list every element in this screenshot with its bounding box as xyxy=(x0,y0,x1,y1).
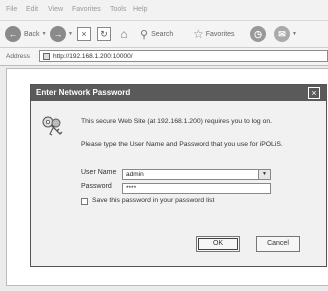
dialog-title: Enter Network Password xyxy=(36,88,131,97)
password-label: Password xyxy=(81,183,112,190)
ok-button[interactable]: OK xyxy=(196,236,240,252)
back-arrow-icon: ← xyxy=(5,26,21,42)
menu-bar: File Edit View Favorites Tools Help xyxy=(0,0,328,21)
address-bar: Address http://192.168.1.200:10000/ xyxy=(0,48,328,66)
home-button[interactable]: ⌂ xyxy=(117,24,131,44)
close-icon: × xyxy=(311,88,317,98)
history-button[interactable]: ◷ xyxy=(250,24,266,44)
save-password-label: Save this password in your password list xyxy=(92,197,215,204)
cancel-button[interactable]: Cancel xyxy=(256,236,300,252)
menu-help[interactable]: Help xyxy=(133,6,147,13)
back-label: Back xyxy=(24,30,40,38)
chevron-down-icon: ▼ xyxy=(41,31,47,37)
stop-icon: × xyxy=(77,27,91,41)
history-icon: ◷ xyxy=(250,26,266,42)
favorites-label: Favorites xyxy=(205,30,235,38)
toolbar: ← Back ▼ → ▼ × ↻ ⌂ ⚲ Search ☆ Favorites … xyxy=(0,21,328,48)
forward-arrow-icon: → xyxy=(50,26,66,42)
network-password-dialog: Enter Network Password × This secure Web… xyxy=(30,84,327,267)
page-icon xyxy=(43,53,50,60)
favorites-button[interactable]: ☆ Favorites xyxy=(193,24,235,44)
username-label: User Name xyxy=(81,169,117,176)
dialog-message-site: This secure Web Site (at 192.168.1.200) … xyxy=(81,118,273,125)
forward-button[interactable]: → ▼ xyxy=(50,24,73,44)
menu-tools[interactable]: Tools xyxy=(110,6,126,13)
username-combobox[interactable]: admin ▼ xyxy=(122,169,271,180)
dialog-title-bar: Enter Network Password × xyxy=(31,85,326,101)
search-icon: ⚲ xyxy=(140,28,149,41)
stop-button[interactable]: × xyxy=(77,24,91,44)
refresh-button[interactable]: ↻ xyxy=(97,24,111,44)
close-button[interactable]: × xyxy=(308,87,320,99)
chevron-down-icon[interactable]: ▼ xyxy=(258,170,270,179)
mail-icon: ✉ xyxy=(274,26,290,42)
refresh-icon: ↻ xyxy=(97,27,111,41)
menu-file[interactable]: File xyxy=(6,6,17,13)
menu-view[interactable]: View xyxy=(48,6,63,13)
browser-window: File Edit View Favorites Tools Help ← Ba… xyxy=(0,0,328,291)
menu-favorites[interactable]: Favorites xyxy=(72,6,101,13)
home-icon: ⌂ xyxy=(120,27,128,41)
search-button[interactable]: ⚲ Search xyxy=(140,24,173,44)
address-label: Address xyxy=(6,53,30,60)
keys-icon xyxy=(42,116,63,136)
chevron-down-icon: ▼ xyxy=(292,31,297,37)
dialog-message-instructions: Please type the User Name and Password t… xyxy=(81,141,283,148)
search-label: Search xyxy=(151,30,174,38)
mail-button[interactable]: ✉ ▼ xyxy=(274,24,297,44)
password-value: **** xyxy=(126,185,137,192)
back-button[interactable]: ← Back ▼ xyxy=(5,24,47,44)
chevron-down-icon: ▼ xyxy=(68,31,73,37)
save-password-checkbox[interactable] xyxy=(81,198,88,205)
address-url: http://192.168.1.200:10000/ xyxy=(53,52,133,60)
address-input[interactable]: http://192.168.1.200:10000/ xyxy=(39,50,328,62)
username-value: admin xyxy=(126,171,144,178)
password-field[interactable]: **** xyxy=(122,183,271,194)
menu-edit[interactable]: Edit xyxy=(26,6,38,13)
star-icon: ☆ xyxy=(193,27,204,41)
